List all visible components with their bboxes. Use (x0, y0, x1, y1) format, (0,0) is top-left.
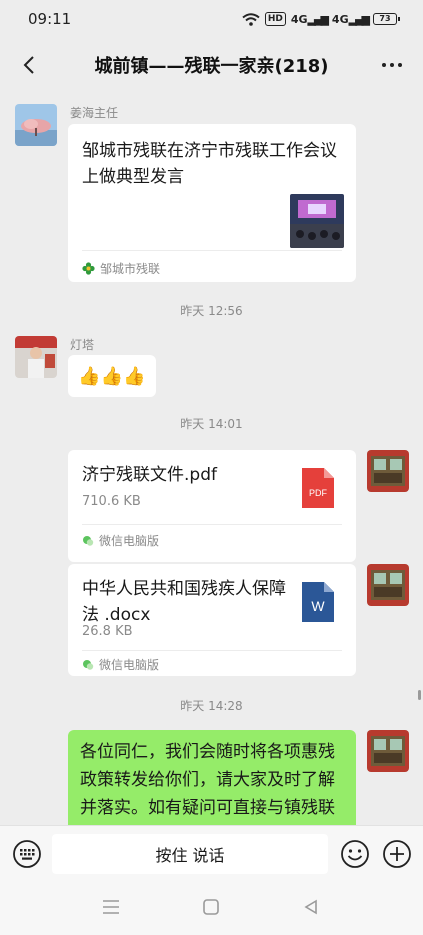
card-source-label: 微信电脑版 (99, 534, 160, 548)
input-bar: 按住 说话 (0, 825, 423, 881)
hd-badge: HD (264, 12, 286, 26)
file-card-pdf[interactable]: 济宁残联文件.pdf 710.6 KB PDF 微信电脑版 (68, 450, 356, 562)
word-label: W (311, 598, 325, 614)
menu-nav-button[interactable] (102, 899, 120, 919)
signal-icon-1: 4G▂▄▆ (290, 12, 329, 26)
status-time: 09:11 (28, 10, 72, 28)
chat-area[interactable]: 姜海主任 邹城市残联在济宁市残联工作会议上做典型发言 邹城市残联 昨天 12:5… (0, 92, 423, 825)
avatar-image (367, 450, 409, 492)
file-name: 中华人民共和国残疾人保障法 .docx (82, 579, 286, 625)
avatar-image (15, 336, 57, 378)
wifi-icon (242, 12, 260, 26)
timestamp: 昨天 12:56 (180, 304, 243, 318)
file-name: 济宁残联文件.pdf (82, 465, 217, 485)
avatar-image (367, 730, 409, 772)
plus-icon (383, 840, 411, 868)
home-square-icon (203, 899, 219, 915)
more-button[interactable] (377, 50, 407, 80)
file-size: 710.6 KB (82, 494, 141, 509)
home-nav-button[interactable] (203, 899, 219, 919)
timestamp: 昨天 14:28 (180, 699, 243, 713)
status-bar: 09:11 HD 4G▂▄▆ 4G▂▄▆ 73 (0, 0, 423, 38)
wechat-pc-icon (83, 535, 94, 546)
avatar-self[interactable] (367, 730, 409, 772)
sender-name: 姜海主任 (70, 106, 119, 120)
flower-logo-icon (82, 262, 95, 275)
back-button[interactable] (14, 50, 44, 80)
title-bar: 城前镇——残联一家亲(218) (0, 38, 423, 92)
link-title: 邹城市残联在济宁市残联工作会议上做典型发言 (82, 141, 337, 187)
status-icons: HD 4G▂▄▆ 4G▂▄▆ 73 (242, 12, 400, 26)
avatar-image (367, 564, 409, 606)
hold-to-talk-button[interactable]: 按住 说话 (52, 834, 328, 874)
timestamp: 昨天 14:01 (180, 417, 243, 431)
text-message-bubble[interactable]: 各位同仁，我们会随时将各项惠残政策转发给你们，请大家及时了解并落实。如有疑问可直… (68, 730, 356, 825)
back-triangle-icon (304, 899, 317, 915)
file-card-docx[interactable]: 中华人民共和国残疾人保障法 .docx 26.8 KB W 微信电脑版 (68, 564, 356, 676)
more-icon (382, 63, 402, 67)
emoji-bubble[interactable]: 👍👍👍 (68, 355, 156, 397)
signal-label-1: 4G (290, 12, 308, 26)
link-card[interactable]: 邹城市残联在济宁市残联工作会议上做典型发言 邹城市残联 (68, 124, 356, 282)
pdf-label: PDF (309, 488, 328, 498)
card-divider (82, 524, 342, 525)
system-nav-bar (0, 881, 423, 935)
card-source: 微信电脑版 (82, 532, 159, 549)
chat-title: 城前镇——残联一家亲(218) (94, 56, 329, 77)
avatar-jianghai[interactable] (15, 104, 57, 146)
card-source: 微信电脑版 (82, 656, 159, 673)
card-source-label: 邹城市残联 (100, 262, 161, 276)
battery-icon: 73 (373, 13, 400, 25)
wechat-pc-icon (83, 659, 94, 670)
avatar-image (15, 104, 57, 146)
avatar-self[interactable] (367, 564, 409, 606)
back-nav-button[interactable] (303, 899, 319, 919)
card-source: 邹城市残联 (82, 260, 160, 277)
pdf-file-icon: PDF (302, 468, 334, 508)
signal-icon-2: 4G▂▄▆ (331, 12, 370, 26)
card-source-label: 微信电脑版 (99, 658, 160, 672)
message-text: 各位同仁，我们会随时将各项惠残政策转发给你们，请大家及时了解并落实。如有疑问可直… (80, 742, 335, 818)
emoji-button[interactable] (340, 839, 370, 873)
sender-name: 灯塔 (70, 338, 95, 352)
signal-label-2: 4G (331, 12, 349, 26)
link-thumbnail (290, 194, 344, 248)
thumbs-up-emoji: 👍👍👍 (78, 365, 146, 387)
file-size: 26.8 KB (82, 624, 133, 639)
card-divider (82, 650, 342, 651)
chevron-left-icon (23, 56, 34, 74)
scrollbar-thumb[interactable] (418, 690, 421, 700)
smiley-icon (341, 840, 369, 868)
more-functions-button[interactable] (382, 839, 412, 873)
avatar-dengta[interactable] (15, 336, 57, 378)
keyboard-button[interactable] (12, 839, 42, 873)
menu-icon (103, 900, 119, 914)
avatar-self[interactable] (367, 450, 409, 492)
card-divider (82, 250, 342, 251)
word-file-icon: W (302, 582, 334, 622)
keyboard-icon (13, 840, 41, 868)
